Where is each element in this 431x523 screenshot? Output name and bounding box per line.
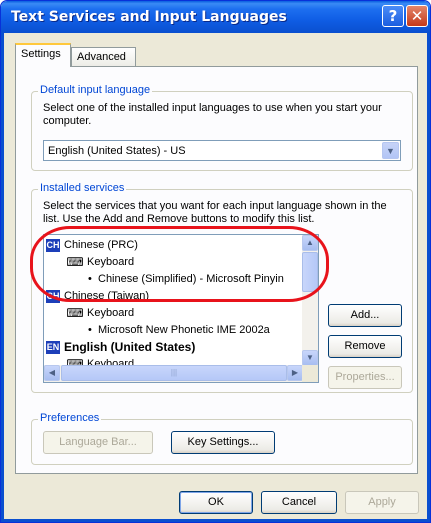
list-item[interactable]: ⌨Keyboard	[66, 305, 134, 321]
language-label: English (United States)	[64, 340, 196, 354]
cancel-button[interactable]: Cancel	[261, 491, 337, 514]
list-item[interactable]: • Microsoft New Phonetic IME 2002a	[88, 322, 270, 338]
list-item[interactable]: CH Chinese (PRC)	[46, 237, 138, 253]
service-category-label: Keyboard	[87, 307, 135, 319]
chevron-down-icon[interactable]: ▼	[382, 142, 399, 159]
window-frame-bottom	[1, 519, 430, 522]
language-label: Chinese (PRC)	[64, 239, 138, 251]
list-item[interactable]: CH Chinese (Taiwan)	[46, 288, 149, 304]
title-bar[interactable]: Text Services and Input Languages ? ✕	[1, 1, 430, 33]
scroll-right-icon[interactable]: ▶	[287, 365, 303, 381]
key-settings-button[interactable]: Key Settings...	[171, 431, 275, 454]
language-label: Chinese (Taiwan)	[64, 290, 149, 302]
language-bar-button[interactable]: Language Bar...	[43, 431, 153, 454]
language-badge: EN	[46, 341, 60, 355]
keyboard-icon: ⌨	[66, 306, 84, 321]
vertical-scroll-thumb[interactable]	[302, 252, 318, 292]
service-label: Chinese (Simplified) - Microsoft Pinyin	[98, 273, 284, 285]
scroll-left-icon[interactable]: ◀	[44, 365, 60, 381]
language-badge: CH	[46, 289, 60, 303]
window-frame-right	[427, 33, 430, 522]
language-badge: CH	[46, 238, 60, 252]
apply-button[interactable]: Apply	[345, 491, 419, 514]
window-frame-left	[1, 33, 4, 522]
service-label: Microsoft New Phonetic IME 2002a	[98, 324, 270, 336]
bullet-icon: •	[88, 324, 92, 336]
horizontal-scroll-thumb[interactable]: |||	[61, 365, 287, 381]
scroll-down-icon[interactable]: ▼	[302, 350, 318, 366]
remove-button[interactable]: Remove	[328, 335, 402, 358]
tab-advanced[interactable]: Advanced	[71, 47, 136, 67]
vertical-scrollbar[interactable]: ▲ ▼	[302, 235, 318, 366]
properties-button[interactable]: Properties...	[328, 366, 402, 389]
list-item[interactable]: • Chinese (Simplified) - Microsoft Pinyin	[88, 271, 284, 287]
preferences-legend: Preferences	[38, 412, 102, 424]
add-button[interactable]: Add...	[328, 304, 402, 327]
window-title: Text Services and Input Languages	[11, 9, 287, 25]
tab-settings[interactable]: Settings	[15, 43, 71, 67]
list-item[interactable]: EN English (United States)	[46, 339, 195, 355]
dialog-window: Text Services and Input Languages ? ✕ Se…	[0, 0, 431, 523]
installed-services-description: Select the services that you want for ea…	[43, 200, 387, 225]
installed-services-list[interactable]: CH Chinese (PRC) ⌨ Keyboard • Chinese (Simp…	[43, 234, 319, 383]
default-language-dropdown[interactable]: English (United States) - US ▼	[43, 140, 401, 161]
scroll-up-icon[interactable]: ▲	[302, 235, 318, 251]
horizontal-scrollbar[interactable]: ◀ ||| ▶	[44, 365, 304, 382]
default-language-legend: Default input language	[38, 84, 153, 96]
default-language-value: English (United States) - US	[48, 145, 186, 157]
help-button[interactable]: ?	[382, 5, 404, 27]
default-language-description: Select one of the installed input langua…	[43, 102, 382, 127]
close-button[interactable]: ✕	[406, 5, 428, 27]
list-item[interactable]: ⌨Keyboard	[66, 254, 134, 270]
service-category-label: Keyboard	[87, 256, 135, 268]
scrollbar-corner	[302, 365, 318, 382]
ok-button[interactable]: OK	[179, 491, 253, 514]
keyboard-icon: ⌨	[66, 255, 84, 270]
installed-services-legend: Installed services	[38, 182, 127, 194]
bullet-icon: •	[88, 273, 92, 285]
